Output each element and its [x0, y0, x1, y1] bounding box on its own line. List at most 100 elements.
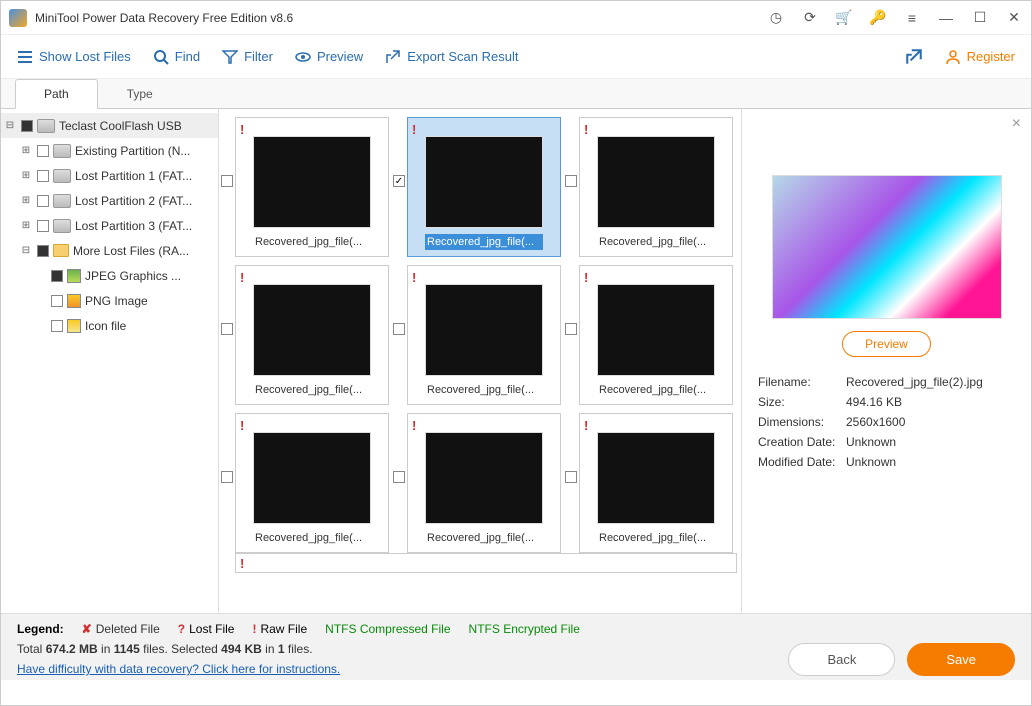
- minimize-icon[interactable]: —: [937, 9, 955, 27]
- thumb-checkbox[interactable]: [393, 471, 405, 483]
- thumbnail-grid[interactable]: !Recovered_jpg_file(...✓!Recovered_jpg_f…: [219, 109, 741, 613]
- close-preview-icon[interactable]: ×: [1012, 115, 1021, 133]
- clock-icon[interactable]: ◷: [767, 9, 785, 27]
- thumbnail-item[interactable]: !Recovered_jpg_file(...: [567, 413, 733, 553]
- tree-checkbox[interactable]: [51, 320, 63, 332]
- thumbnail-item[interactable]: !Recovered_jpg_file(...: [567, 265, 733, 405]
- back-button[interactable]: Back: [788, 643, 895, 676]
- tree-subitem[interactable]: JPEG Graphics ...: [1, 263, 218, 288]
- thumb-label: Recovered_jpg_file(...: [425, 234, 543, 250]
- maximize-icon[interactable]: ☐: [971, 9, 989, 27]
- tree-checkbox[interactable]: [51, 295, 63, 307]
- stats-text: Total 674.2 MB in 1145 files. Selected 4…: [17, 642, 788, 656]
- preview-label: Preview: [317, 49, 363, 64]
- drive-icon: [53, 219, 71, 233]
- save-button[interactable]: Save: [907, 643, 1015, 676]
- raw-marker-icon: !: [240, 556, 244, 571]
- image-type-icon: [67, 269, 81, 283]
- thumb-checkbox[interactable]: [221, 175, 233, 187]
- share-button[interactable]: [905, 48, 923, 66]
- tree-checkbox[interactable]: [21, 120, 33, 132]
- tree-subitem[interactable]: Icon file: [1, 313, 218, 338]
- find-button[interactable]: Find: [153, 49, 200, 65]
- tree-checkbox[interactable]: [37, 170, 49, 182]
- collapse-icon[interactable]: ⊟: [19, 245, 33, 256]
- collapse-icon[interactable]: ⊟: [3, 120, 17, 131]
- image-type-icon: [67, 294, 81, 308]
- drive-icon: [37, 119, 55, 133]
- thumb-checkbox[interactable]: [565, 175, 577, 187]
- thumbnail-item[interactable]: ✓!Recovered_jpg_file(...: [395, 117, 561, 257]
- tree-label: Lost Partition 2 (FAT...: [75, 194, 192, 208]
- raw-marker-icon: !: [240, 270, 244, 284]
- thumb-checkbox[interactable]: [221, 471, 233, 483]
- preview-button[interactable]: Preview: [842, 331, 931, 357]
- tree-checkbox[interactable]: [37, 220, 49, 232]
- folder-icon: [53, 244, 69, 257]
- drive-icon: [53, 194, 71, 208]
- thumb-checkbox[interactable]: ✓: [393, 175, 405, 187]
- tree-checkbox[interactable]: [37, 195, 49, 207]
- legend-raw: !Raw File: [252, 622, 307, 636]
- app-logo-icon: [9, 9, 27, 27]
- expand-icon[interactable]: ⊞: [19, 145, 33, 156]
- expand-icon[interactable]: ⊞: [19, 170, 33, 181]
- drive-icon: [53, 144, 71, 158]
- thumb-checkbox[interactable]: [221, 323, 233, 335]
- search-icon: [153, 49, 169, 65]
- find-label: Find: [175, 49, 200, 64]
- export-button[interactable]: Export Scan Result: [385, 49, 518, 65]
- meta-key: Size:: [758, 395, 846, 409]
- thumb-image: [597, 136, 715, 228]
- thumb-checkbox[interactable]: [565, 323, 577, 335]
- show-lost-files-button[interactable]: Show Lost Files: [17, 49, 131, 65]
- raw-marker-icon: !: [240, 122, 244, 136]
- raw-marker-icon: !: [412, 418, 416, 432]
- thumbnail-item[interactable]: ! Recovered_jpg_file(...: [223, 117, 389, 257]
- meta-key: Modified Date:: [758, 455, 846, 469]
- thumbnail-item[interactable]: !Recovered_jpg_file(...: [395, 265, 561, 405]
- preview-toolbar-button[interactable]: Preview: [295, 49, 363, 65]
- refresh-icon[interactable]: ⟳: [801, 9, 819, 27]
- thumbnail-item[interactable]: !Recovered_jpg_file(...: [395, 413, 561, 553]
- thumb-image: [425, 432, 543, 524]
- thumb-checkbox[interactable]: [393, 323, 405, 335]
- tree-item[interactable]: ⊞Lost Partition 1 (FAT...: [1, 163, 218, 188]
- thumb-checkbox[interactable]: [565, 471, 577, 483]
- thumbnail-item[interactable]: !Recovered_jpg_file(...: [567, 117, 733, 257]
- list-icon: [17, 49, 33, 65]
- thumb-image: [253, 136, 371, 228]
- tree-item[interactable]: ⊞Lost Partition 3 (FAT...: [1, 213, 218, 238]
- key-icon[interactable]: 🔑: [869, 9, 887, 27]
- close-icon[interactable]: ✕: [1005, 9, 1023, 27]
- register-button[interactable]: Register: [945, 49, 1015, 65]
- tab-type[interactable]: Type: [98, 79, 182, 109]
- thumb-label: Recovered_jpg_file(...: [253, 234, 371, 250]
- thumbnail-item[interactable]: !Recovered_jpg_file(...: [223, 413, 389, 553]
- tree-item[interactable]: ⊟ More Lost Files (RA...: [1, 238, 218, 263]
- tab-path[interactable]: Path: [15, 79, 98, 109]
- raw-marker-icon: !: [584, 418, 588, 432]
- tree-item[interactable]: ⊞Existing Partition (N...: [1, 138, 218, 163]
- export-label: Export Scan Result: [407, 49, 518, 64]
- preview-image: [772, 175, 1002, 319]
- main-area: ⊟ Teclast CoolFlash USB ⊞Existing Partit…: [1, 109, 1031, 613]
- tree-root[interactable]: ⊟ Teclast CoolFlash USB: [1, 113, 218, 138]
- toolbar: Show Lost Files Find Filter Preview Expo…: [1, 35, 1031, 79]
- tree-checkbox[interactable]: [37, 145, 49, 157]
- thumbnail-item[interactable]: !Recovered_jpg_file(...: [223, 265, 389, 405]
- menu-icon[interactable]: ≡: [903, 9, 921, 27]
- expand-icon[interactable]: ⊞: [19, 195, 33, 206]
- tree-subitem[interactable]: PNG Image: [1, 288, 218, 313]
- tree-label: JPEG Graphics ...: [85, 269, 181, 283]
- help-link[interactable]: Have difficulty with data recovery? Clic…: [17, 662, 340, 676]
- expand-icon[interactable]: ⊞: [19, 220, 33, 231]
- tree-item[interactable]: ⊞ Lost Partition 2 (FAT...: [1, 188, 218, 213]
- cart-icon[interactable]: 🛒: [835, 9, 853, 27]
- filter-button[interactable]: Filter: [222, 49, 273, 65]
- tree-checkbox[interactable]: [51, 270, 63, 282]
- tree-checkbox[interactable]: [37, 245, 49, 257]
- view-tabs: Path Type: [1, 79, 1031, 109]
- tree-label: More Lost Files (RA...: [73, 244, 189, 258]
- preview-panel: × Preview Filename:Recovered_jpg_file(2)…: [741, 109, 1031, 613]
